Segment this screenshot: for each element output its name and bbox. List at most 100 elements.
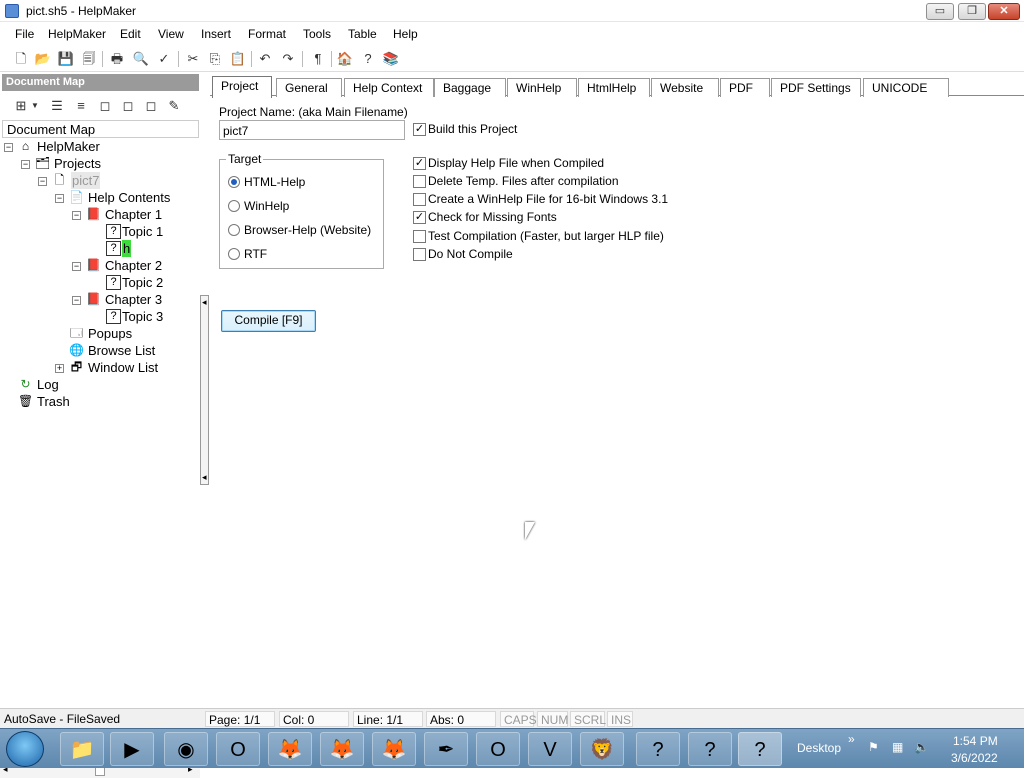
cut-icon[interactable]: ✂: [184, 50, 202, 68]
tree-item-project[interactable]: pict7: [71, 172, 101, 189]
desktop-toolbar[interactable]: Desktop: [797, 741, 841, 755]
list-icon[interactable]: ≡: [72, 97, 90, 115]
collapse-toggle[interactable]: −: [72, 262, 81, 271]
menu-file[interactable]: File: [15, 27, 34, 41]
save-all-icon[interactable]: 🗐: [80, 50, 98, 68]
add-item-icon[interactable]: ⊞: [12, 97, 30, 115]
tab-unicode[interactable]: UNICODE: [863, 78, 949, 97]
pane-splitter[interactable]: ◂ ◂: [200, 295, 209, 485]
menu-tools[interactable]: Tools: [303, 27, 331, 41]
box-icon[interactable]: ◻: [142, 97, 160, 115]
tree-item-window-list[interactable]: Window List: [88, 359, 158, 376]
build-project-checkbox[interactable]: ✓: [413, 123, 426, 136]
tree-item-chapter-2[interactable]: Chapter 2: [105, 257, 162, 274]
expand-toggle[interactable]: +: [55, 364, 64, 373]
tab-website[interactable]: Website: [651, 78, 719, 97]
firefox-icon[interactable]: 🦊: [268, 732, 312, 766]
box-icon[interactable]: ◻: [119, 97, 137, 115]
tab-pdf-settings[interactable]: PDF Settings: [771, 78, 861, 97]
app-icon[interactable]: ✒: [424, 732, 468, 766]
firefox-icon[interactable]: 🦊: [372, 732, 416, 766]
target-radio-browser-help[interactable]: [228, 224, 240, 236]
tab-pdf[interactable]: PDF: [720, 78, 770, 97]
copy-icon[interactable]: ⎘: [206, 50, 224, 68]
menu-table[interactable]: Table: [348, 27, 377, 41]
tree-item-trash[interactable]: Trash: [37, 393, 70, 410]
tree-item-topic-3[interactable]: Topic 3: [122, 308, 163, 325]
help-icon[interactable]: ?: [636, 732, 680, 766]
flag-icon[interactable]: ⚑: [868, 740, 879, 754]
paste-icon[interactable]: 📋: [229, 50, 247, 68]
target-radio-rtf[interactable]: [228, 248, 240, 260]
helpmaker-taskbar-icon[interactable]: ?: [738, 732, 782, 766]
minimize-button[interactable]: ▭: [926, 3, 954, 20]
chevron-icon[interactable]: »: [848, 732, 855, 746]
tree-item-projects[interactable]: Projects: [54, 155, 101, 172]
target-radio-html-help[interactable]: [228, 176, 240, 188]
close-button[interactable]: ✕: [988, 3, 1020, 20]
option-checkbox-missing-fonts[interactable]: ✓: [413, 211, 426, 224]
vivaldi-icon[interactable]: V: [528, 732, 572, 766]
dropdown-arrow-icon[interactable]: ▼: [30, 97, 40, 115]
clock-time[interactable]: 1:54 PM: [953, 734, 998, 748]
tree-item-log[interactable]: Log: [37, 376, 59, 393]
help-icon[interactable]: ?: [688, 732, 732, 766]
tab-baggage[interactable]: Baggage: [434, 78, 506, 97]
network-icon[interactable]: ▦: [892, 740, 903, 754]
menu-format[interactable]: Format: [248, 27, 286, 41]
tree-item-new-topic[interactable]: h: [122, 240, 132, 257]
project-name-input[interactable]: pict7: [219, 120, 405, 140]
open-icon[interactable]: 📂: [34, 50, 52, 68]
tree-item-help-contents[interactable]: Help Contents: [88, 189, 170, 206]
collapse-toggle[interactable]: −: [4, 143, 13, 152]
media-player-icon[interactable]: ▶: [110, 732, 154, 766]
library-icon[interactable]: 📚: [382, 50, 400, 68]
menu-edit[interactable]: Edit: [120, 27, 141, 41]
volume-icon[interactable]: 🔈: [914, 740, 929, 754]
collapse-toggle[interactable]: −: [72, 211, 81, 220]
clock-date[interactable]: 3/6/2022: [951, 751, 998, 765]
start-button[interactable]: [6, 731, 44, 767]
menu-insert[interactable]: Insert: [201, 27, 231, 41]
chrome-icon[interactable]: ◉: [164, 732, 208, 766]
print-preview-icon[interactable]: 🔍: [132, 50, 150, 68]
opera-icon[interactable]: O: [476, 732, 520, 766]
collapse-toggle[interactable]: −: [72, 296, 81, 305]
collapse-toggle[interactable]: −: [55, 194, 64, 203]
redo-icon[interactable]: ↷: [279, 50, 297, 68]
spellcheck-icon[interactable]: ✓: [155, 50, 173, 68]
compile-button[interactable]: Compile [F9]: [221, 310, 316, 332]
maximize-button[interactable]: ❐: [958, 3, 986, 20]
compile-icon[interactable]: 🏠: [336, 50, 354, 68]
tab-help-context[interactable]: Help Context: [344, 78, 434, 97]
edit-icon[interactable]: ✎: [165, 97, 183, 115]
tree-item-chapter-3[interactable]: Chapter 3: [105, 291, 162, 308]
tree-item-browse-list[interactable]: Browse List: [88, 342, 155, 359]
tree-item-chapter-1[interactable]: Chapter 1: [105, 206, 162, 223]
save-icon[interactable]: 💾: [57, 50, 75, 68]
collapse-toggle[interactable]: −: [21, 160, 30, 169]
option-checkbox-delete-temp[interactable]: [413, 175, 426, 188]
firefox-icon[interactable]: 🦊: [320, 732, 364, 766]
tree-item-popups[interactable]: Popups: [88, 325, 132, 342]
option-checkbox-do-not-compile[interactable]: [413, 248, 426, 261]
menu-helpmaker[interactable]: HelpMaker: [48, 27, 106, 41]
option-checkbox-winhelp-16bit[interactable]: [413, 193, 426, 206]
tree-item-helpmaker[interactable]: HelpMaker: [37, 138, 100, 155]
target-radio-winhelp[interactable]: [228, 200, 240, 212]
tab-project[interactable]: Project: [212, 76, 272, 98]
tree-item-topic-1[interactable]: Topic 1: [122, 223, 163, 240]
tab-htmlhelp[interactable]: HtmlHelp: [578, 78, 650, 97]
tab-general[interactable]: General: [276, 78, 342, 97]
brave-icon[interactable]: 🦁: [580, 732, 624, 766]
explorer-icon[interactable]: 📁: [60, 732, 104, 766]
tree-item-topic-2[interactable]: Topic 2: [122, 274, 163, 291]
paragraph-icon[interactable]: ¶: [309, 50, 327, 68]
opera-icon[interactable]: O: [216, 732, 260, 766]
menu-view[interactable]: View: [158, 27, 184, 41]
edit-list-icon[interactable]: ☰: [48, 97, 66, 115]
help-icon[interactable]: ?: [359, 50, 377, 68]
print-icon[interactable]: 🖶: [108, 50, 126, 68]
collapse-left-icon[interactable]: ◂: [202, 297, 207, 308]
new-icon[interactable]: 🗋: [12, 50, 30, 68]
